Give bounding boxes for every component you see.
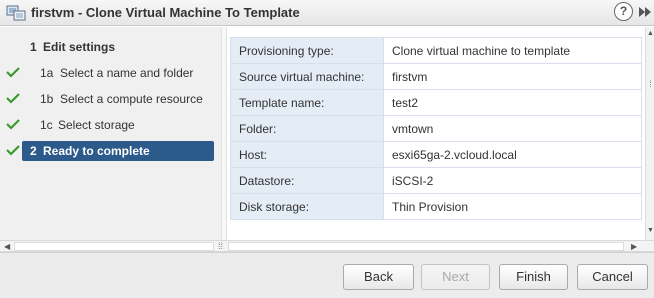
summary-key: Disk storage:	[230, 193, 384, 220]
scroll-down-icon[interactable]: ▼	[647, 227, 654, 234]
summary-key: Host:	[230, 141, 384, 168]
step-ready-to-complete[interactable]: 2 Ready to complete	[0, 141, 221, 161]
back-button[interactable]: Back	[343, 264, 414, 290]
scroll-right-icon[interactable]: ▶	[631, 242, 637, 251]
summary-value: esxi65ga-2.vcloud.local	[383, 141, 642, 168]
cancel-button[interactable]: Cancel	[577, 264, 648, 290]
table-row: Folder: vmtown	[230, 115, 642, 142]
step-edit-settings[interactable]: 1 Edit settings	[0, 37, 221, 57]
check-icon	[6, 145, 20, 156]
step-label: Select storage	[58, 118, 135, 132]
right-scroll-track[interactable]	[228, 242, 624, 251]
scroll-left-icon[interactable]: ◀	[4, 242, 10, 251]
step-label: Edit settings	[43, 40, 116, 54]
step-label: Ready to complete	[43, 144, 150, 158]
summary-key: Datastore:	[230, 167, 384, 194]
summary-key: Template name:	[230, 89, 384, 116]
title-bar: firstvm - Clone Virtual Machine To Templ…	[0, 0, 654, 26]
vertical-scrollbar[interactable]: ▲ ⁞ ▼	[645, 27, 654, 240]
finish-button[interactable]: Finish	[499, 264, 568, 290]
table-row: Datastore: iSCSI-2	[230, 167, 642, 194]
summary-key: Folder:	[230, 115, 384, 142]
table-row: Host: esxi65ga-2.vcloud.local	[230, 141, 642, 168]
summary-key: Source virtual machine:	[230, 63, 384, 90]
scroll-up-icon[interactable]: ▲	[647, 30, 654, 37]
check-icon	[6, 67, 20, 78]
left-scroll-track[interactable]	[14, 242, 214, 251]
summary-value: iSCSI-2	[383, 167, 642, 194]
summary-value: Thin Provision	[383, 193, 642, 220]
summary-value: vmtown	[383, 115, 642, 142]
summary-key: Provisioning type:	[230, 37, 384, 64]
step-select-name-folder[interactable]: 1a Select a name and folder	[0, 63, 221, 83]
table-row: Source virtual machine: firstvm	[230, 63, 642, 90]
summary-value: test2	[383, 89, 642, 116]
dialog-title: firstvm - Clone Virtual Machine To Templ…	[31, 5, 300, 20]
step-number: 1c	[40, 118, 53, 132]
table-row: Provisioning type: Clone virtual machine…	[230, 37, 642, 64]
dialog-footer: Back Next Finish Cancel	[0, 252, 654, 298]
summary-table: Provisioning type: Clone virtual machine…	[230, 37, 642, 220]
summary-value: Clone virtual machine to template	[383, 37, 642, 64]
grip-icon[interactable]: ⁞⁞	[218, 241, 223, 251]
summary-panel: Provisioning type: Clone virtual machine…	[227, 27, 645, 240]
step-select-compute-resource[interactable]: 1b Select a compute resource	[0, 89, 221, 109]
expand-icon[interactable]	[638, 6, 652, 18]
clone-vm-icon	[6, 5, 26, 21]
step-label: Select a compute resource	[60, 92, 203, 106]
horizontal-scrollbar[interactable]: ◀ ⁞⁞ ▶	[0, 240, 654, 252]
step-number: 1b	[40, 92, 54, 106]
summary-value: firstvm	[383, 63, 642, 90]
step-number: 1	[30, 40, 37, 54]
check-icon	[6, 93, 20, 104]
table-row: Disk storage: Thin Provision	[230, 193, 642, 220]
check-icon	[6, 119, 20, 130]
help-icon: ?	[619, 4, 628, 18]
table-row: Template name: test2	[230, 89, 642, 116]
step-number: 2	[30, 144, 37, 158]
step-label: Select a name and folder	[60, 66, 194, 80]
step-number: 1a	[40, 66, 54, 80]
help-button[interactable]: ?	[614, 2, 633, 21]
grip-icon[interactable]: ⁞	[647, 79, 654, 89]
step-select-storage[interactable]: 1c Select storage	[0, 115, 221, 135]
wizard-steps-pane: 1 Edit settings 1a Select a name and fol…	[0, 27, 221, 240]
next-button[interactable]: Next	[421, 264, 490, 290]
